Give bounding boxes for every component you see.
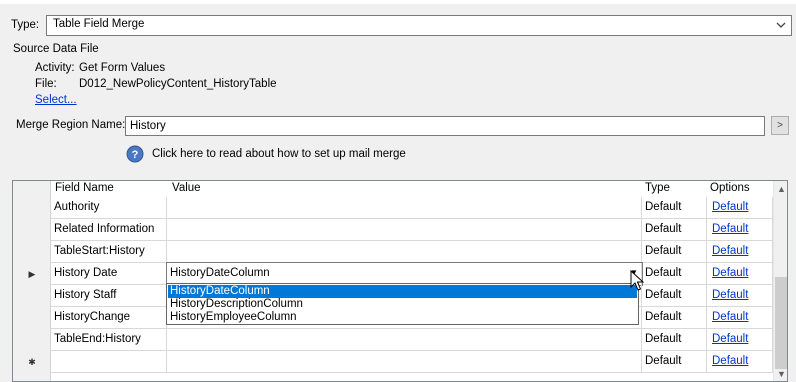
field-name-cell-text: History Staff bbox=[54, 289, 117, 301]
row-marker[interactable] bbox=[13, 329, 51, 351]
field-name-cell-text: Related Information bbox=[54, 223, 155, 235]
field-name-cell-text: History Date bbox=[54, 267, 118, 279]
field-name-cell-text: TableStart:History bbox=[54, 245, 145, 257]
dropdown-option[interactable]: HistoryEmployeeColumn bbox=[168, 311, 637, 324]
options-cell[interactable]: Default bbox=[707, 241, 773, 263]
table-row[interactable]: TableEnd:History Default Default bbox=[51, 329, 773, 351]
header-type[interactable]: Type bbox=[645, 181, 670, 197]
type-cell-text: Default bbox=[645, 201, 682, 213]
type-cell-text: Default bbox=[645, 223, 682, 235]
table-row[interactable]: Authority Default Default bbox=[51, 197, 773, 219]
type-select-value: Table Field Merge bbox=[53, 18, 145, 30]
options-cell[interactable]: Default bbox=[707, 285, 773, 307]
scroll-down-icon[interactable]: ▼ bbox=[774, 367, 787, 381]
select-file-link[interactable]: Select... bbox=[35, 94, 77, 106]
merge-region-input[interactable]: History bbox=[125, 116, 765, 136]
scroll-thumb[interactable] bbox=[775, 277, 787, 369]
row-marker[interactable] bbox=[13, 197, 51, 219]
field-name-cell[interactable]: TableEnd:History bbox=[51, 329, 167, 351]
chevron-down-icon bbox=[776, 22, 786, 28]
type-cell-text: Default bbox=[645, 267, 682, 279]
table-row[interactable]: Related Information Default Default bbox=[51, 219, 773, 241]
table-row[interactable]: TableStart:History Default Default bbox=[51, 241, 773, 263]
type-cell-text: Default bbox=[645, 355, 682, 367]
type-cell[interactable]: Default bbox=[642, 219, 707, 241]
type-cell[interactable]: Default bbox=[642, 351, 707, 373]
activity-label: Activity: bbox=[35, 62, 75, 74]
type-cell-text: Default bbox=[645, 245, 682, 257]
options-cell[interactable]: Default bbox=[707, 197, 773, 219]
options-cell[interactable]: Default bbox=[707, 263, 773, 285]
table-row[interactable]: History Date HistoryDateColumn ▼ Default Def… bbox=[51, 262, 773, 286]
value-cell[interactable] bbox=[167, 197, 642, 219]
options-cell-text[interactable]: Default bbox=[712, 267, 748, 279]
header-options[interactable]: Options bbox=[710, 181, 750, 197]
type-cell-text: Default bbox=[645, 311, 682, 323]
activity-value: Get Form Values bbox=[79, 62, 166, 74]
svg-text:?: ? bbox=[132, 149, 139, 161]
scroll-up-icon[interactable]: ▲ bbox=[774, 182, 787, 197]
options-cell-text[interactable]: Default bbox=[712, 201, 748, 213]
options-cell[interactable]: Default bbox=[707, 329, 773, 351]
row-marker[interactable]: ▶ bbox=[13, 263, 51, 285]
value-cell-text: HistoryDateColumn bbox=[170, 267, 270, 279]
table-row[interactable]: Default Default bbox=[51, 351, 773, 373]
value-cell[interactable] bbox=[167, 351, 642, 373]
field-name-cell[interactable] bbox=[51, 351, 167, 373]
value-cell[interactable] bbox=[167, 219, 642, 241]
file-value: D012_NewPolicyContent_HistoryTable bbox=[79, 78, 277, 90]
field-name-cell[interactable]: History Date bbox=[51, 263, 167, 285]
field-name-cell[interactable]: TableStart:History bbox=[51, 241, 167, 263]
type-cell[interactable]: Default bbox=[642, 197, 707, 219]
options-cell-text[interactable]: Default bbox=[712, 333, 748, 345]
source-heading: Source Data File bbox=[13, 43, 99, 55]
field-name-cell-text: HistoryChange bbox=[54, 311, 131, 323]
field-name-cell-text: TableEnd:History bbox=[54, 333, 141, 345]
options-cell[interactable]: Default bbox=[707, 219, 773, 241]
row-marker[interactable] bbox=[13, 219, 51, 241]
type-cell[interactable]: Default bbox=[642, 263, 707, 285]
options-cell-text[interactable]: Default bbox=[712, 289, 748, 301]
options-cell[interactable]: Default bbox=[707, 307, 773, 329]
file-label: File: bbox=[35, 78, 57, 90]
dropdown-option[interactable]: HistoryDescriptionColumn bbox=[168, 298, 637, 311]
type-cell-text: Default bbox=[645, 333, 682, 345]
type-label: Type: bbox=[11, 19, 40, 31]
options-cell[interactable]: Default bbox=[707, 351, 773, 373]
options-cell-text[interactable]: Default bbox=[712, 355, 748, 367]
field-name-cell[interactable]: HistoryChange bbox=[51, 307, 167, 329]
row-marker[interactable]: ✱ bbox=[13, 351, 51, 373]
field-name-cell[interactable]: Related Information bbox=[51, 219, 167, 241]
field-grid: Field Name Value Type Options Authority D… bbox=[12, 180, 788, 382]
top-strip bbox=[0, 0, 796, 4]
help-icon[interactable]: ? bbox=[126, 145, 144, 163]
header-field-name[interactable]: Field Name bbox=[55, 181, 114, 197]
mouse-cursor-icon bbox=[630, 270, 645, 291]
row-marker[interactable] bbox=[13, 285, 51, 307]
value-dropdown-list[interactable]: HistoryDateColumn HistoryDescriptionColum… bbox=[166, 283, 639, 325]
merge-region-browse-button[interactable]: > bbox=[771, 116, 789, 135]
help-link-text[interactable]: Click here to read about how to set up m… bbox=[152, 148, 406, 160]
field-name-cell[interactable]: History Staff bbox=[51, 285, 167, 307]
type-cell-text: Default bbox=[645, 289, 682, 301]
value-cell[interactable] bbox=[167, 329, 642, 351]
dropdown-option[interactable]: HistoryDateColumn bbox=[168, 285, 637, 298]
merge-region-label: Merge Region Name: bbox=[16, 119, 126, 131]
grid-scrollbar[interactable]: ▲ ▼ bbox=[773, 181, 787, 381]
options-cell-text[interactable]: Default bbox=[712, 245, 748, 257]
value-cell[interactable]: HistoryDateColumn ▼ bbox=[166, 262, 643, 286]
options-cell-text[interactable]: Default bbox=[712, 223, 748, 235]
row-marker[interactable] bbox=[13, 307, 51, 329]
type-cell[interactable]: Default bbox=[642, 241, 707, 263]
value-cell[interactable] bbox=[167, 241, 642, 263]
row-marker[interactable] bbox=[13, 241, 51, 263]
type-select[interactable]: Table Field Merge bbox=[46, 15, 792, 36]
type-cell[interactable]: Default bbox=[642, 307, 707, 329]
field-name-cell[interactable]: Authority bbox=[51, 197, 167, 219]
type-cell[interactable]: Default bbox=[642, 285, 707, 307]
type-cell[interactable]: Default bbox=[642, 329, 707, 351]
header-value[interactable]: Value bbox=[172, 181, 201, 197]
options-cell-text[interactable]: Default bbox=[712, 311, 748, 323]
field-name-cell-text: Authority bbox=[54, 201, 100, 213]
